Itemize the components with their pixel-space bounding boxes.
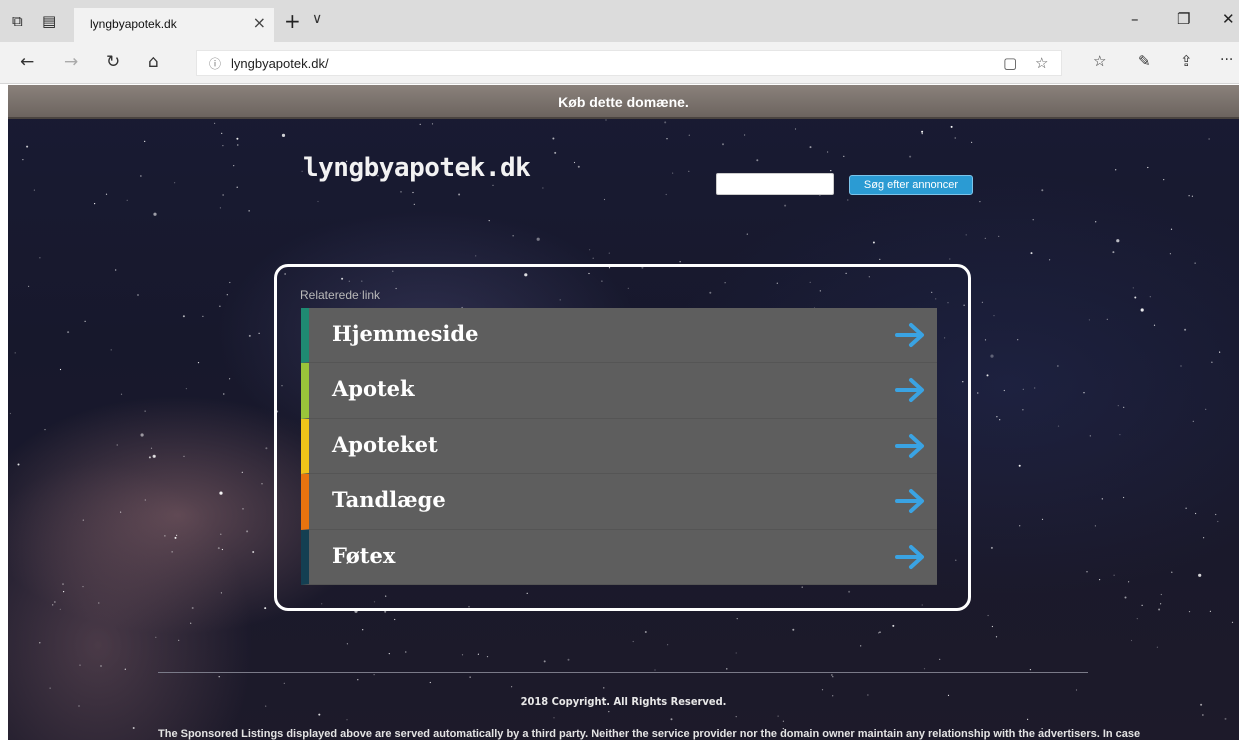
tab-preview-icon[interactable]: ▤ <box>42 12 56 30</box>
search-input[interactable] <box>716 173 834 195</box>
related-link-fotex[interactable]: Føtex <box>301 529 937 585</box>
web-note-icon[interactable]: ✎ <box>1138 52 1151 70</box>
related-links-list: Hjemmeside Apotek Apoteket Tandlæge Føte… <box>301 308 937 585</box>
minimize-icon[interactable]: – <box>1131 10 1139 28</box>
close-window-icon[interactable]: ✕ <box>1222 10 1235 28</box>
copyright-text: 2018 Copyright. All Rights Reserved. <box>520 695 727 708</box>
disclaimer-text: The Sponsored Listings displayed above a… <box>158 728 1141 740</box>
arrow-right-icon[interactable] <box>895 544 927 570</box>
back-icon[interactable]: ← <box>20 52 34 72</box>
tab-close-icon[interactable]: × <box>253 13 266 32</box>
related-link-apoteket[interactable]: Apoteket <box>301 418 937 475</box>
related-link-hjemmeside[interactable]: Hjemmeside <box>301 308 937 364</box>
arrow-right-icon[interactable] <box>895 322 927 348</box>
footer-divider <box>158 672 1088 673</box>
search-ads-button[interactable]: Søg efter annoncer <box>849 175 973 195</box>
tab-list-chevron-icon[interactable]: ∨ <box>312 11 322 27</box>
share-icon[interactable]: ⇪ <box>1180 52 1193 70</box>
site-name: lyngbyapotek.dk <box>303 153 531 183</box>
related-link-label[interactable]: Apotek <box>332 376 415 401</box>
forward-icon[interactable]: → <box>64 52 78 72</box>
tabs-aside-icon[interactable]: ⧉ <box>12 12 23 30</box>
related-links-label: Relaterede link <box>300 288 381 302</box>
related-link-label[interactable]: Tandlæge <box>332 487 446 512</box>
arrow-right-icon[interactable] <box>895 377 927 403</box>
active-tab[interactable]: lyngbyapotek.dk × <box>74 8 274 42</box>
related-link-label[interactable]: Føtex <box>332 543 395 568</box>
buy-domain-banner[interactable]: Køb dette domæne. <box>8 85 1239 119</box>
refresh-icon[interactable]: ↻ <box>106 52 120 72</box>
navigation-bar: ← → ↻ ⌂ ⓘ lyngbyapotek.dk/ ▢ ☆ ☆ ✎ ⇪ ··· <box>0 42 1239 84</box>
related-link-label[interactable]: Apoteket <box>332 432 438 457</box>
buy-domain-text[interactable]: Køb dette domæne. <box>8 94 1239 110</box>
tab-title: lyngbyapotek.dk <box>90 17 177 31</box>
related-link-apotek[interactable]: Apotek <box>301 363 937 419</box>
home-icon[interactable]: ⌂ <box>148 52 159 72</box>
address-bar[interactable]: ⓘ lyngbyapotek.dk/ ▢ ☆ <box>196 50 1062 76</box>
related-link-label[interactable]: Hjemmeside <box>332 321 478 346</box>
more-icon[interactable]: ··· <box>1220 52 1233 68</box>
arrow-right-icon[interactable] <box>895 433 927 459</box>
restore-icon[interactable]: ❐ <box>1177 10 1190 28</box>
arrow-right-icon[interactable] <box>895 488 927 514</box>
favorite-star-icon[interactable]: ☆ <box>1035 54 1048 72</box>
info-icon[interactable]: ⓘ <box>209 55 221 72</box>
url-text[interactable]: lyngbyapotek.dk/ <box>231 56 329 71</box>
favorites-hub-icon[interactable]: ☆ <box>1093 52 1106 70</box>
new-tab-button[interactable]: + <box>284 9 301 33</box>
tab-bar: ⧉ ▤ lyngbyapotek.dk × + ∨ – ❐ ✕ <box>0 0 1239 42</box>
web-page: Køb dette domæne. lyngbyapotek.dk Søg ef… <box>8 85 1239 740</box>
reading-view-icon[interactable]: ▢ <box>1003 54 1017 72</box>
related-link-tandlaege[interactable]: Tandlæge <box>301 474 937 530</box>
